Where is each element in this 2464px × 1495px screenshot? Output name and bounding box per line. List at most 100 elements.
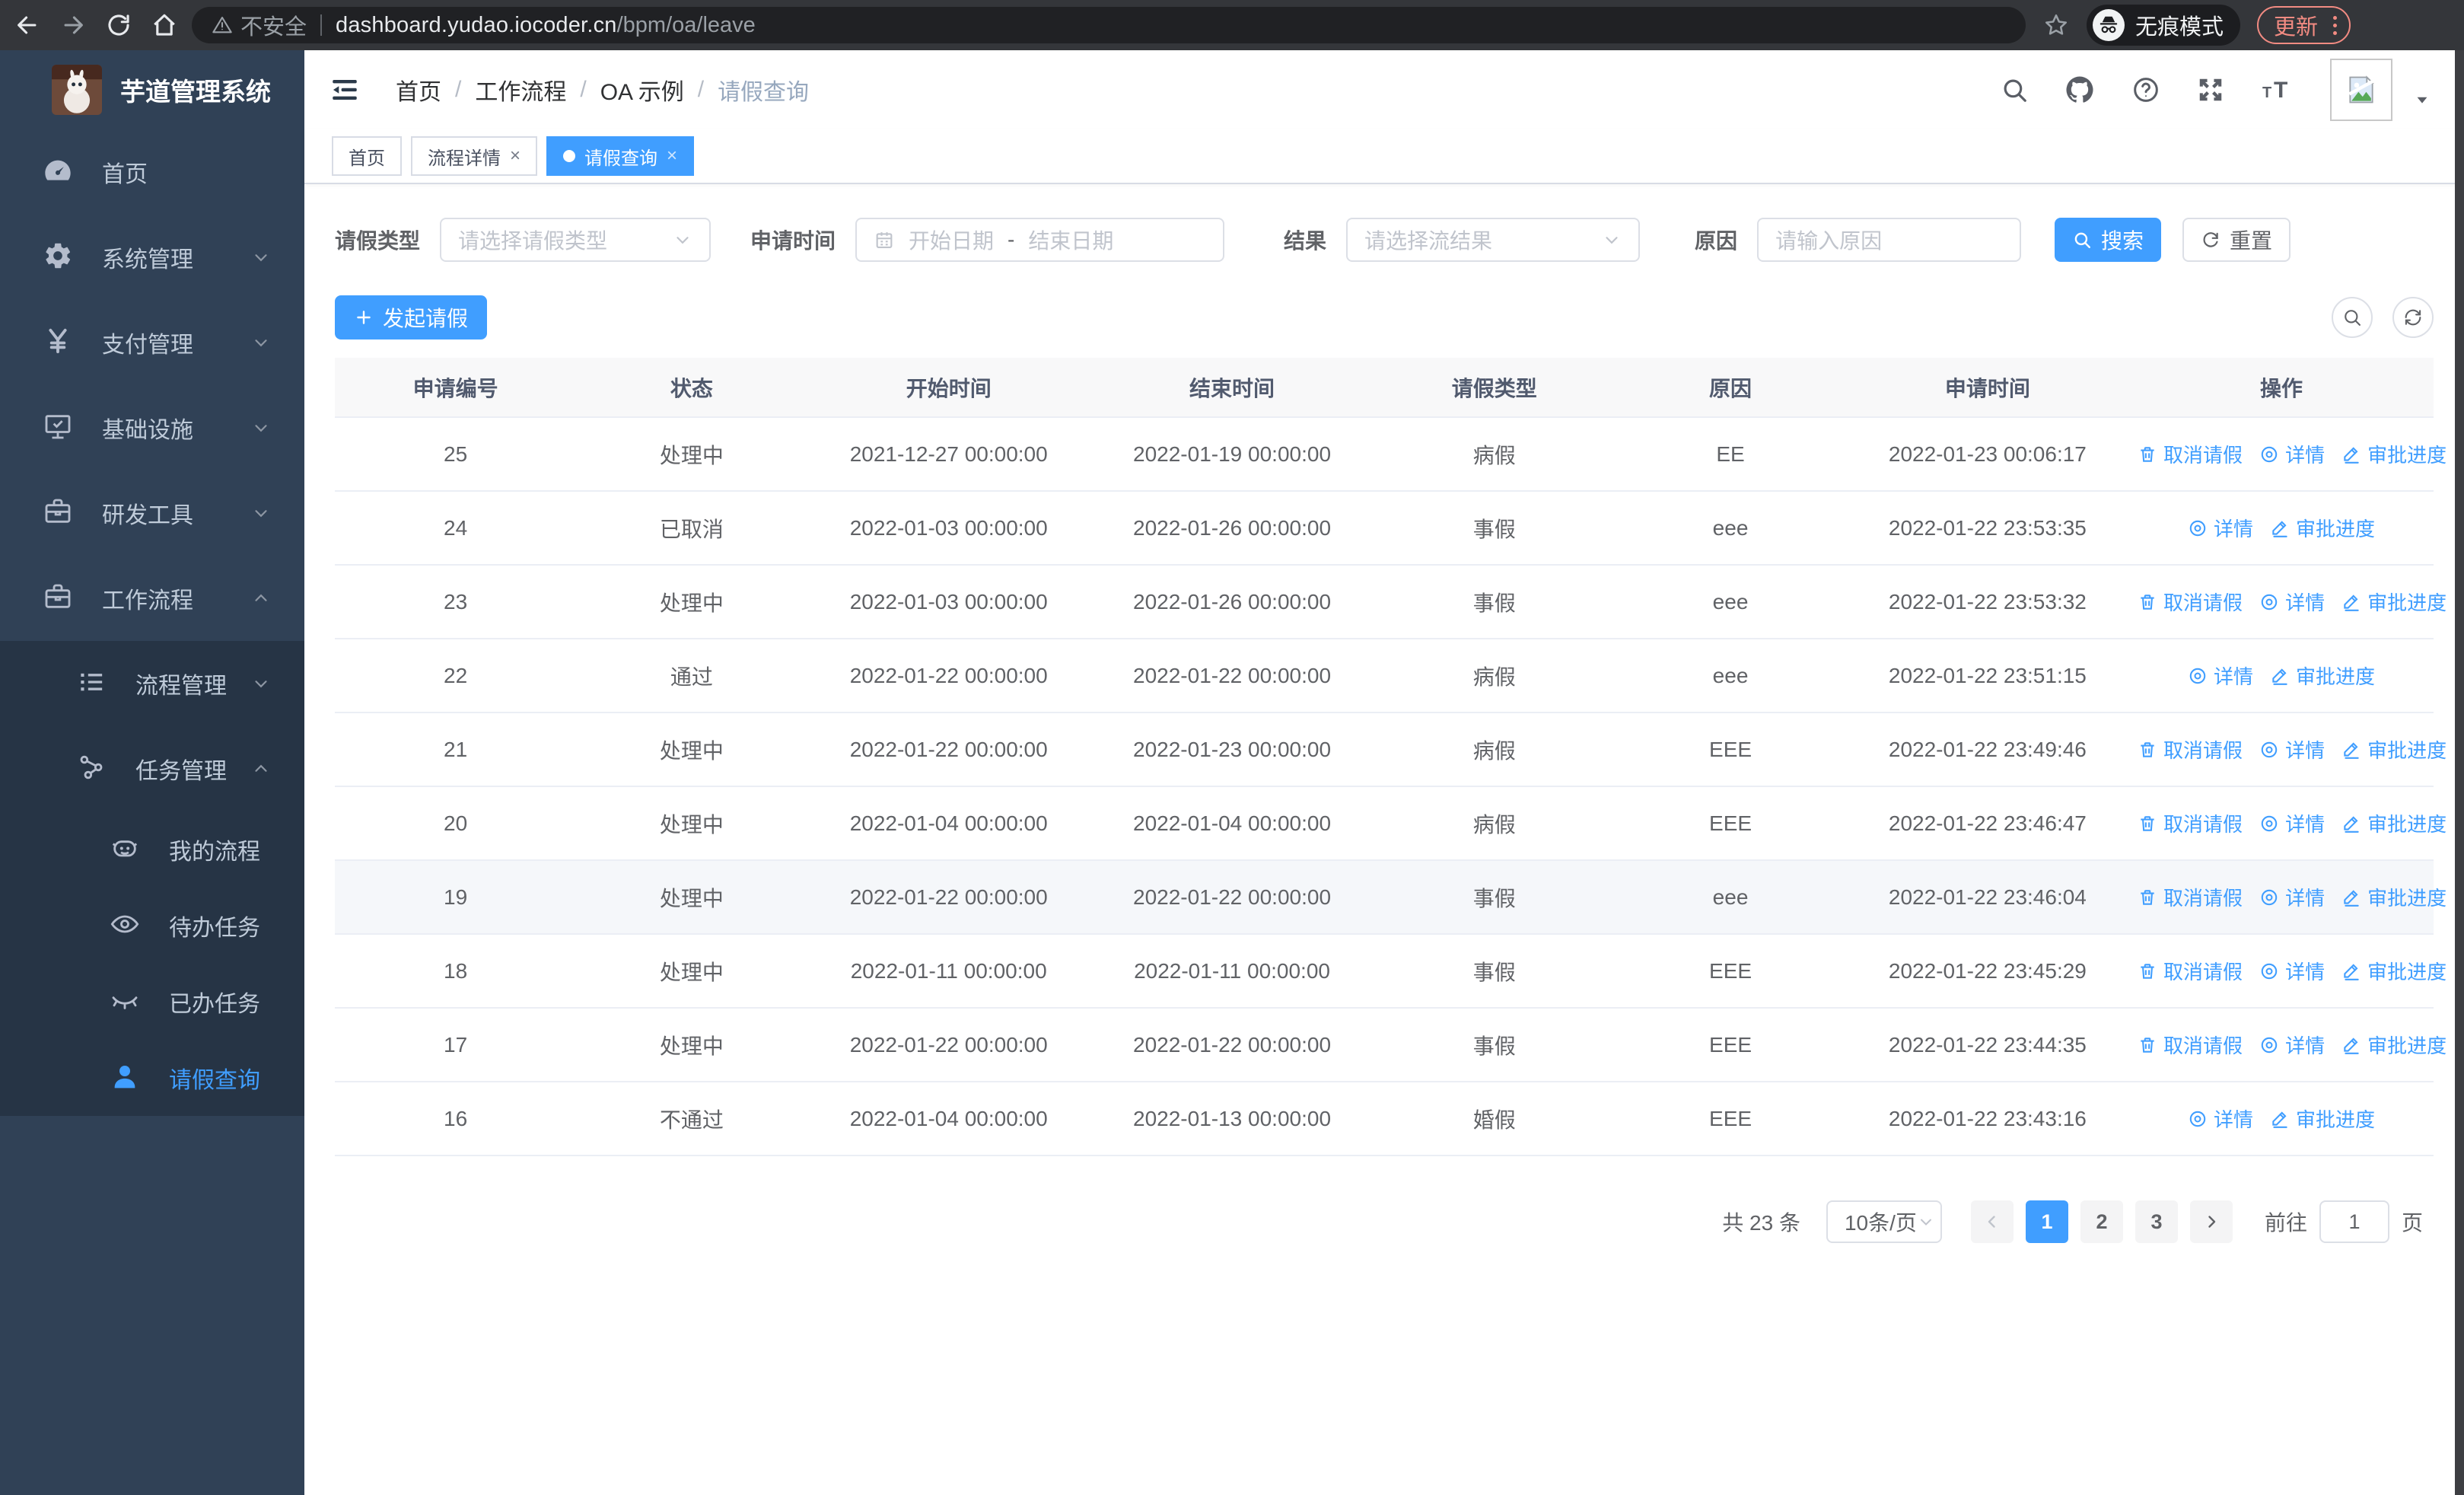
- search-button[interactable]: 搜索: [2055, 218, 2162, 262]
- breadcrumb-item[interactable]: 首页: [396, 73, 441, 107]
- breadcrumb-item[interactable]: OA 示例: [600, 73, 684, 107]
- detail-action-link[interactable]: 详情: [2259, 1031, 2325, 1059]
- home-icon[interactable]: [151, 11, 178, 39]
- forward-icon[interactable]: [59, 11, 87, 39]
- star-icon[interactable]: [2042, 11, 2070, 39]
- url-bar[interactable]: 不安全 dashboard.yudao.iocoder.cn/bpm/oa/le…: [192, 7, 2026, 43]
- start-date-placeholder: 开始日期: [909, 229, 995, 253]
- detail-action-link[interactable]: 详情: [2259, 735, 2325, 763]
- toggle-search-button[interactable]: [2332, 297, 2373, 338]
- reset-button[interactable]: 重置: [2182, 218, 2291, 262]
- detail-action-link[interactable]: 详情: [2259, 588, 2325, 616]
- sidebar-item-8[interactable]: 任务管理: [0, 726, 304, 811]
- github-icon[interactable]: [2064, 74, 2096, 106]
- cell-actions: 取消请假 详情 审批进度: [2129, 1008, 2446, 1082]
- detail-action-link[interactable]: 详情: [2259, 957, 2325, 985]
- page-size-select[interactable]: 10条/页: [1826, 1200, 1942, 1243]
- sidebar-item-12[interactable]: 请假查询: [0, 1040, 304, 1116]
- apply-time-range-picker[interactable]: 开始日期 - 结束日期: [855, 218, 1225, 262]
- progress-action-link[interactable]: 审批进度: [2270, 661, 2375, 690]
- user-avatar[interactable]: [2330, 59, 2392, 121]
- hamburger-icon[interactable]: [329, 74, 361, 106]
- sidebar-item-label: 工作流程: [102, 588, 193, 614]
- progress-action-link[interactable]: 审批进度: [2341, 957, 2446, 985]
- more-vert-icon[interactable]: [2329, 15, 2341, 35]
- cell-id: 20: [335, 786, 577, 861]
- progress-action-link[interactable]: 审批进度: [2270, 1105, 2375, 1133]
- progress-action-link[interactable]: 审批进度: [2341, 809, 2446, 837]
- breadcrumb-item[interactable]: 工作流程: [475, 73, 566, 107]
- cancel-action-link[interactable]: 取消请假: [2138, 588, 2243, 616]
- cancel-action-link[interactable]: 取消请假: [2138, 1031, 2243, 1059]
- page-button-3[interactable]: 3: [2135, 1200, 2178, 1243]
- cancel-action-link[interactable]: 取消请假: [2138, 809, 2243, 837]
- sidebar-item-10[interactable]: 待办任务: [0, 888, 304, 964]
- sidebar-item-label: 任务管理: [135, 759, 227, 784]
- tab-首页[interactable]: 首页: [332, 136, 402, 176]
- sidebar-item-1[interactable]: 首页: [0, 129, 304, 215]
- close-icon[interactable]: ×: [667, 147, 677, 165]
- progress-action-link[interactable]: 审批进度: [2270, 514, 2375, 542]
- detail-action-link[interactable]: 详情: [2259, 809, 2325, 837]
- detail-action-link[interactable]: 详情: [2188, 1105, 2253, 1133]
- progress-action-link[interactable]: 审批进度: [2341, 735, 2446, 763]
- page-button-1[interactable]: 1: [2025, 1200, 2068, 1243]
- tab-请假查询[interactable]: 请假查询 ×: [546, 136, 695, 176]
- prev-page-button[interactable]: [1970, 1200, 2014, 1243]
- window-scrollbar[interactable]: [2455, 50, 2464, 1495]
- reason-label: 原因: [1695, 229, 1738, 253]
- detail-action-label: 详情: [2285, 887, 2326, 910]
- sidebar-item-4[interactable]: 基础设施: [0, 385, 304, 470]
- reason-input[interactable]: 请输入原因: [1757, 218, 2022, 262]
- reload-icon[interactable]: [105, 11, 132, 39]
- view-icon: [2259, 592, 2279, 612]
- question-icon[interactable]: [2131, 75, 2161, 105]
- cancel-action-link[interactable]: 取消请假: [2138, 883, 2243, 911]
- sidebar-item-2[interactable]: 系统管理: [0, 215, 304, 300]
- cancel-action-link[interactable]: 取消请假: [2138, 735, 2243, 763]
- detail-action-link[interactable]: 详情: [2188, 514, 2253, 542]
- tab-流程详情[interactable]: 流程详情 ×: [411, 136, 538, 176]
- leave-type-select[interactable]: 请选择请假类型: [440, 218, 712, 262]
- page-header: 首页 / 工作流程 / OA 示例 / 请假查询 TT: [304, 50, 2464, 129]
- detail-action-link[interactable]: 详情: [2188, 661, 2253, 690]
- fullscreen-icon[interactable]: [2196, 75, 2225, 104]
- fontsize-icon[interactable]: TT: [2260, 75, 2295, 105]
- progress-action-link[interactable]: 审批进度: [2341, 1031, 2446, 1059]
- progress-action-link[interactable]: 审批进度: [2341, 440, 2446, 468]
- result-select[interactable]: 请选择流结果: [1346, 218, 1641, 262]
- sidebar-item-5[interactable]: 研发工具: [0, 470, 304, 556]
- sidebar-item-11[interactable]: 已办任务: [0, 964, 304, 1040]
- sidebar-item-9[interactable]: 我的流程: [0, 811, 304, 888]
- refresh-table-button[interactable]: [2392, 297, 2434, 338]
- update-button[interactable]: 更新: [2257, 6, 2351, 44]
- toolbox-icon: [43, 496, 76, 530]
- table-row: 21 处理中 2022-01-22 00:00:00 2022-01-23 00:00…: [335, 712, 2446, 787]
- sidebar-item-7[interactable]: 流程管理: [0, 641, 304, 726]
- goto-page-input[interactable]: [2319, 1200, 2389, 1243]
- search-icon[interactable]: [2000, 75, 2029, 104]
- infra-icon: [43, 411, 76, 445]
- progress-action-link[interactable]: 审批进度: [2341, 588, 2446, 616]
- security-indicator[interactable]: 不安全: [212, 9, 307, 41]
- cancel-action-link[interactable]: 取消请假: [2138, 957, 2243, 985]
- back-icon[interactable]: [14, 11, 41, 39]
- app-logo[interactable]: 芋道管理系统: [0, 50, 304, 129]
- cancel-action-link[interactable]: 取消请假: [2138, 440, 2243, 468]
- trash-icon: [2138, 445, 2157, 464]
- next-page-button[interactable]: [2189, 1200, 2233, 1243]
- caret-down-icon[interactable]: [2414, 91, 2431, 108]
- table-row: 18 处理中 2022-01-11 00:00:00 2022-01-11 00:00…: [335, 934, 2446, 1009]
- cell-status: 处理中: [576, 712, 807, 787]
- detail-action-link[interactable]: 详情: [2259, 440, 2325, 468]
- trash-icon: [2138, 961, 2157, 981]
- sidebar-item-3[interactable]: 支付管理: [0, 300, 304, 385]
- create-leave-button[interactable]: 发起请假: [335, 295, 487, 339]
- sidebar-item-6[interactable]: 工作流程: [0, 556, 304, 641]
- detail-action-link[interactable]: 详情: [2259, 883, 2325, 911]
- sidebar-item-label: 研发工具: [102, 503, 193, 528]
- close-icon[interactable]: ×: [510, 147, 520, 165]
- column-header: 操作: [2129, 358, 2434, 418]
- progress-action-link[interactable]: 审批进度: [2341, 883, 2446, 911]
- page-button-2[interactable]: 2: [2080, 1200, 2123, 1243]
